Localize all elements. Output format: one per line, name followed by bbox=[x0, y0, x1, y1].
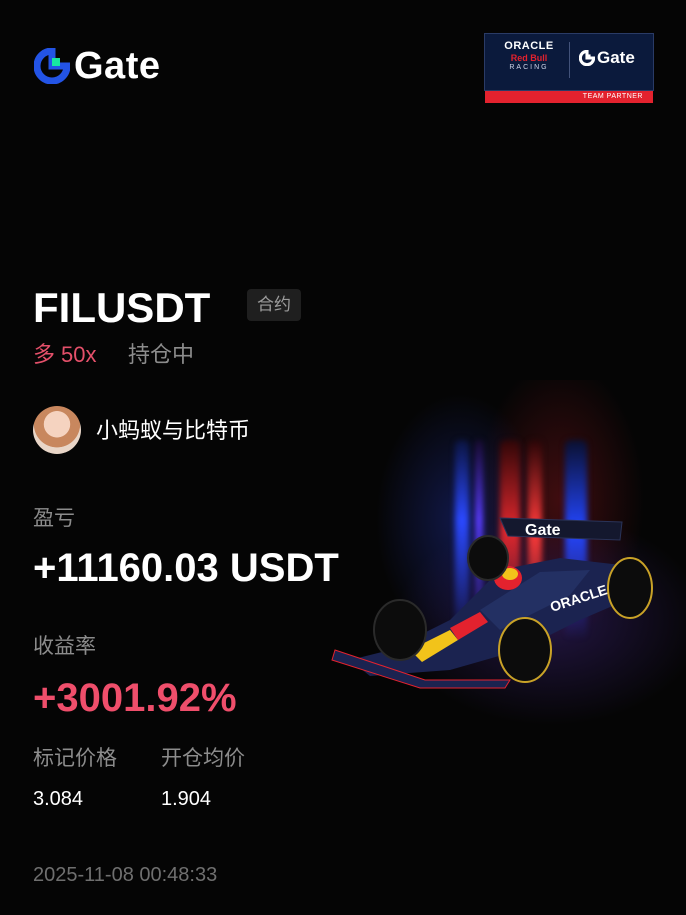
position-side: 多 50x bbox=[33, 340, 97, 370]
gate-logo-icon bbox=[34, 48, 70, 84]
car-wing-text: Gate bbox=[525, 522, 561, 539]
partner-footer: TEAM PARTNER bbox=[485, 91, 653, 103]
partner-divider bbox=[569, 42, 570, 78]
mark-price-value: 3.084 bbox=[33, 788, 84, 810]
entry-price-value: 1.904 bbox=[161, 788, 212, 810]
contract-type-badge: 合约 bbox=[247, 289, 301, 321]
avatar bbox=[33, 406, 81, 454]
pnl-label: 盈亏 bbox=[33, 507, 75, 530]
position-status: 持仓中 bbox=[128, 342, 195, 367]
roi-label: 收益率 bbox=[33, 635, 96, 658]
side-label: 多 bbox=[33, 342, 56, 367]
timestamp: 2025-11-08 00:48:33 bbox=[33, 864, 218, 886]
symbol-title: FILUSDT bbox=[33, 284, 211, 331]
partner-badge: ORACLE Red Bull RACING Gate TEAM PARTNER bbox=[484, 33, 654, 103]
race-car-image: Gate ORACLE bbox=[331, 517, 653, 689]
partner-line2: Red Bull bbox=[510, 53, 548, 63]
gate-logo: Gate bbox=[34, 45, 161, 87]
mark-price-label: 标记价格 bbox=[33, 747, 117, 770]
pnl-value: +11160.03 USDT bbox=[33, 546, 339, 590]
partner-line3: RACING bbox=[509, 64, 549, 71]
partner-brand: Gate bbox=[597, 48, 635, 67]
entry-price-label: 开仓均价 bbox=[161, 747, 245, 770]
roi-value: +3001.92% bbox=[33, 676, 237, 720]
brand-name: Gate bbox=[74, 45, 161, 87]
partner-line1: ORACLE bbox=[504, 40, 554, 52]
partner-gate-logo: Gate bbox=[579, 48, 635, 68]
leverage-label: 50x bbox=[61, 342, 97, 367]
username: 小蚂蚁与比特币 bbox=[96, 418, 251, 443]
gate-logo-icon bbox=[579, 50, 595, 66]
